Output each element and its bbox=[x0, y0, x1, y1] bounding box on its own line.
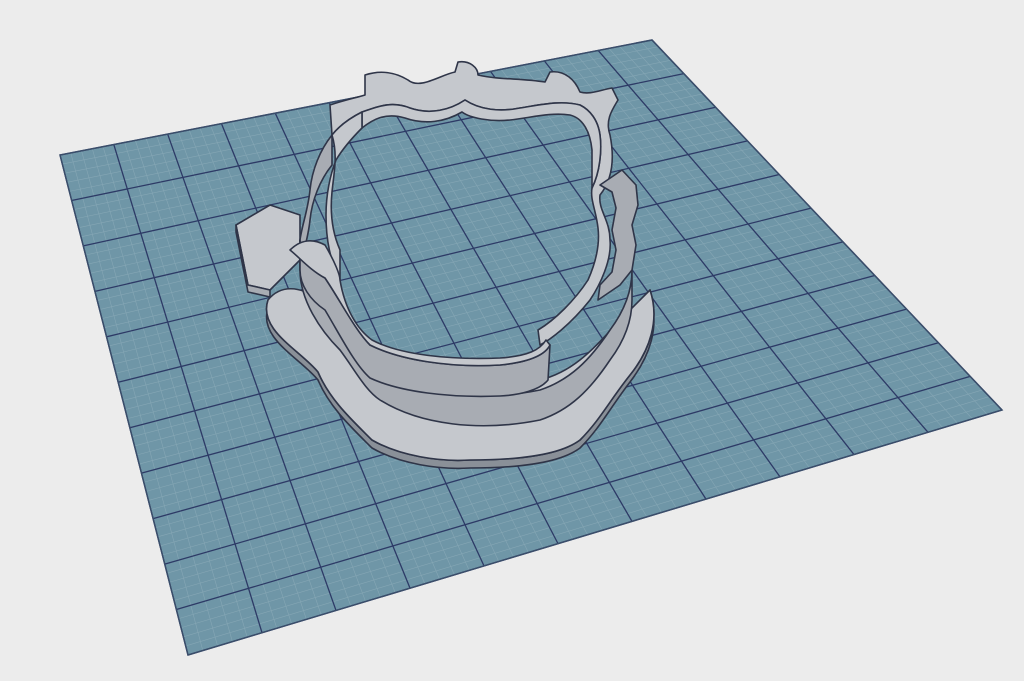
3d-viewport[interactable] bbox=[0, 0, 1024, 681]
viewport-canvas[interactable] bbox=[0, 0, 1024, 681]
build-plate-grid bbox=[59, 39, 1004, 656]
